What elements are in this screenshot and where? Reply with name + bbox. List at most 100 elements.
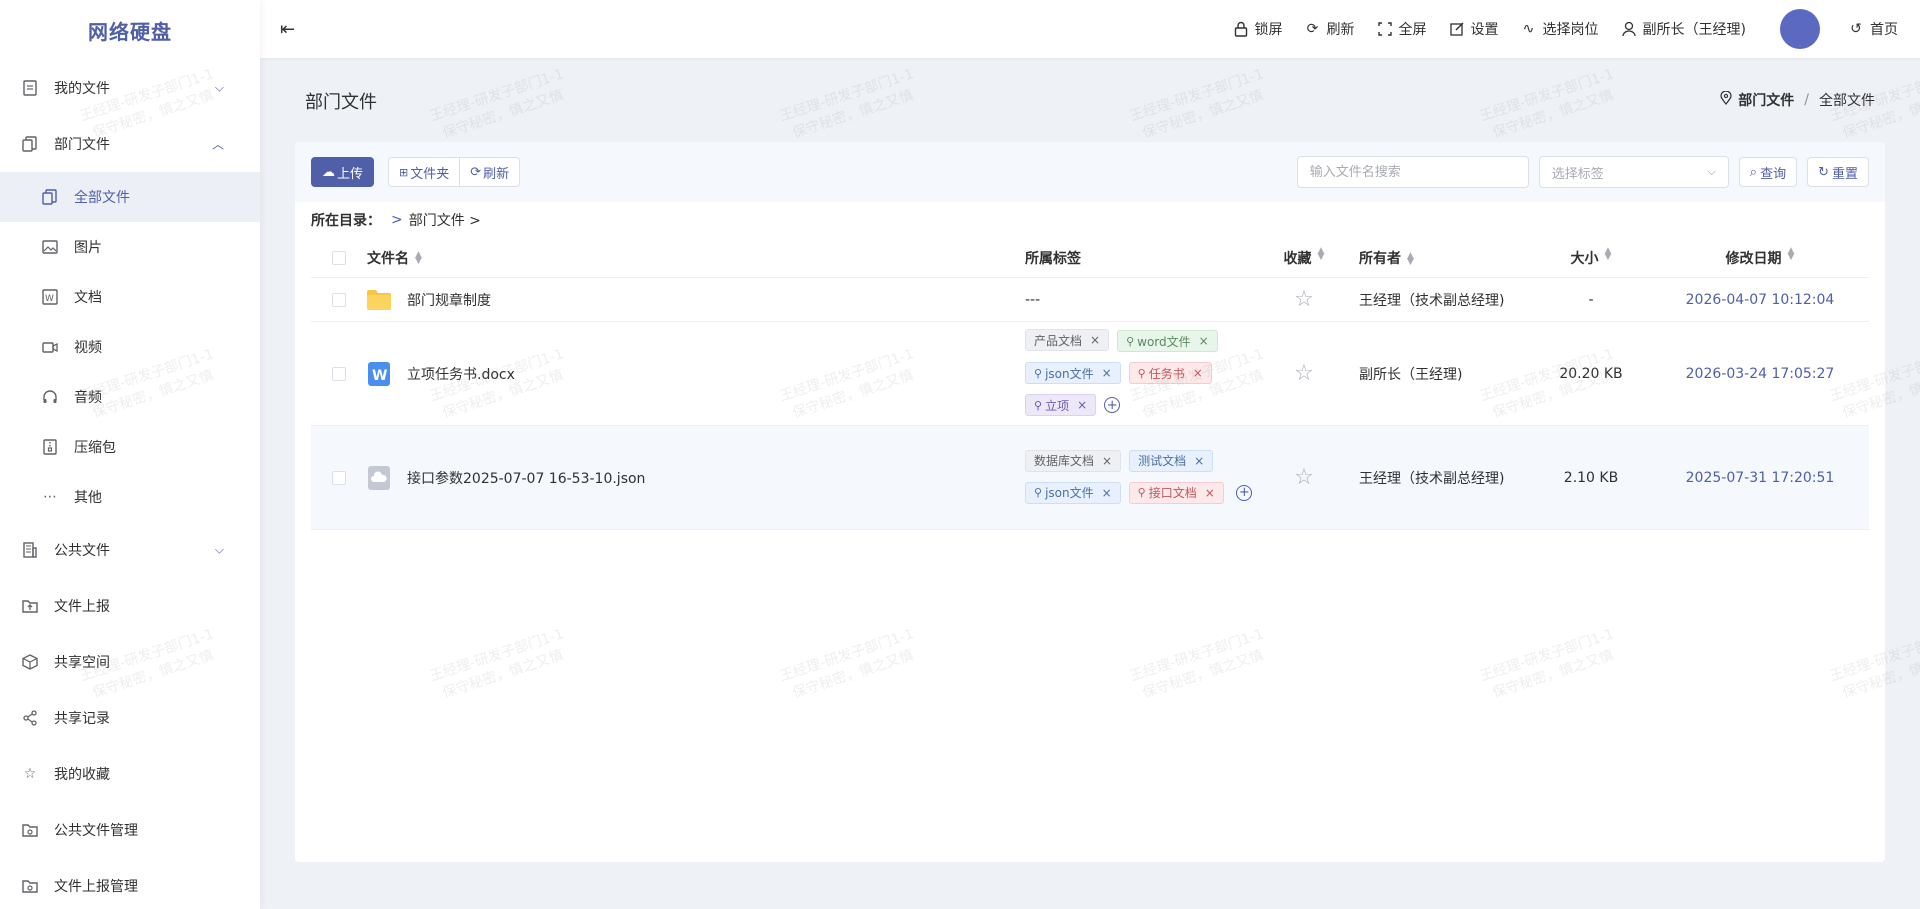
tag-chip[interactable]: ⚲ 接口文档 × [1128, 481, 1224, 504]
close-icon[interactable]: × [1090, 333, 1100, 347]
tag-label: json文件 [1045, 366, 1094, 381]
directory-path[interactable]: 部门文件 > [409, 210, 481, 230]
directory-label: 所在目录： [311, 213, 381, 229]
close-icon[interactable]: × [1193, 366, 1203, 380]
sidebar-item-share-records[interactable]: 共享记录 [0, 690, 260, 746]
sidebar-subitem-videos[interactable]: 视频 [0, 322, 260, 372]
back-icon: ↺ [1850, 21, 1862, 37]
tag-chip[interactable]: ⚲ json文件 × [1025, 362, 1121, 384]
row-checkbox[interactable] [332, 470, 346, 485]
file-size: 20.20 KB [1559, 365, 1623, 382]
col-size[interactable]: 大小 ▲ ▼ [1531, 246, 1651, 268]
action-button-group: ⊞ 文件夹 ⟳ 刷新 [388, 157, 521, 187]
close-icon[interactable]: × [1194, 454, 1204, 468]
tag-list: 产品文档 × ⚲ word文件 × ⚲ json文件 × ⚲ 任务书 × ⚲ 立项 × + [1025, 321, 1257, 426]
select-all-checkbox[interactable] [332, 250, 346, 265]
sidebar-item-public-file-mgmt[interactable]: 公共文件管理 [0, 802, 260, 858]
tag-chip[interactable]: ⚲ 任务书 × [1128, 362, 1212, 384]
refresh-button[interactable]: ⟳ 刷新 [1305, 19, 1355, 39]
sidebar-item-public-files[interactable]: 公共文件 ⌵ [0, 522, 260, 578]
tags-empty: --- [1025, 291, 1041, 308]
tag-chip[interactable]: 产品文档 × [1025, 329, 1110, 351]
close-icon[interactable]: × [1199, 334, 1209, 348]
watermark: 王经理-研发子部门1-1保守秘密，慎之又慎 [777, 64, 922, 145]
close-icon[interactable]: × [1102, 454, 1112, 468]
tag-chip[interactable]: ⚲ json文件 × [1025, 481, 1121, 504]
col-name[interactable]: 文件名 ▲ ▼ [367, 248, 1025, 268]
sidebar-item-file-report-mgmt[interactable]: 文件上报管理 [0, 858, 260, 909]
reset-button[interactable]: ↻ 重置 [1807, 157, 1869, 187]
row-checkbox[interactable] [332, 366, 346, 381]
sidebar-item-dept-files[interactable]: 部门文件 ︿ [0, 116, 260, 172]
new-folder-label: 文件夹 [410, 166, 450, 182]
home-button[interactable]: ↺ 首页 [1848, 19, 1898, 39]
query-button[interactable]: ⌕ 查询 [1738, 157, 1798, 187]
close-icon[interactable]: × [1102, 366, 1112, 380]
sidebar-item-label: 共享空间 [54, 655, 110, 671]
breadcrumb-separator: / [1804, 92, 1809, 108]
sidebar-item-label: 文件上报 [54, 599, 110, 615]
file-name[interactable]: 立项任务书.docx [407, 364, 515, 384]
file-name[interactable]: 部门规章制度 [407, 290, 491, 310]
new-folder-button[interactable]: ⊞ 文件夹 [388, 157, 461, 187]
tag-chip[interactable]: 数据库文档 × [1025, 449, 1122, 472]
fullscreen-button[interactable]: 全屏 [1377, 19, 1427, 39]
add-tag-icon[interactable]: + [1236, 484, 1253, 501]
user-name: 副所长（王经理) [1642, 22, 1746, 38]
sidebar-item-file-report[interactable]: 文件上报 [0, 578, 260, 634]
sidebar-subitem-all-files[interactable]: 全部文件 [0, 172, 260, 222]
tag-label: 数据库文档 [1034, 454, 1095, 468]
col-owner[interactable]: 所有者 ▲ ▼ [1351, 248, 1531, 268]
watermark-line: 王经理-研发子部门1-1 [427, 66, 566, 125]
svg-text:W: W [45, 294, 54, 304]
toolbar: ☁ 上传 ⊞ 文件夹 ⟳ 刷新 选择标签 ⌵ ⌕ 查询 ↻ [295, 142, 1885, 202]
star-icon[interactable]: ☆ [1294, 361, 1314, 386]
table-row[interactable]: 接口参数2025-07-07 16-53-10.json 数据库文档 × 测试文档 ×… [311, 426, 1869, 530]
avatar[interactable] [1780, 9, 1820, 49]
tag-chip[interactable]: ⚲ word文件 × [1117, 330, 1218, 352]
collapse-menu-icon[interactable]: ⇤ [280, 19, 295, 40]
watermark-line: 保守秘密，慎之又慎 [790, 87, 916, 142]
close-icon[interactable]: × [1205, 486, 1215, 500]
fullscreen-icon [1377, 21, 1393, 37]
user-icon: ⚲ [1137, 366, 1146, 380]
sidebar-subitem-documents[interactable]: W 文档 [0, 272, 260, 322]
table-row[interactable]: 部门规章制度 --- ☆ 王经理（技术副总经理) - 2026-04-07 10… [311, 278, 1869, 322]
sidebar-subitem-archives[interactable]: 压缩包 [0, 422, 260, 472]
file-list-card: ☁ 上传 ⊞ 文件夹 ⟳ 刷新 选择标签 ⌵ ⌕ 查询 ↻ [295, 142, 1885, 862]
tag-chip[interactable]: 测试文档 × [1129, 449, 1214, 472]
close-icon[interactable]: × [1102, 486, 1112, 500]
tag-select[interactable]: 选择标签 ⌵ [1538, 156, 1729, 188]
sidebar-item-shared-space[interactable]: 共享空间 [0, 634, 260, 690]
breadcrumb-item[interactable]: 部门文件 [1738, 90, 1794, 110]
select-post-button[interactable]: ∿ 选择岗位 [1521, 19, 1599, 39]
star-icon[interactable]: ☆ [1294, 465, 1314, 490]
close-icon[interactable]: × [1077, 398, 1087, 412]
table-row[interactable]: W 立项任务书.docx 产品文档 × ⚲ word文件 × ⚲ json文件 × ⚲ 任务书 ×… [311, 322, 1869, 426]
add-tag-icon[interactable]: + [1104, 397, 1121, 413]
owner: 王经理（技术副总经理) [1359, 292, 1505, 309]
sidebar-subitem-other[interactable]: ⋯ 其他 [0, 472, 260, 522]
sidebar-item-my-files[interactable]: 我的文件 ⌵ [0, 60, 260, 116]
sidebar-subitem-label: 全部文件 [74, 190, 130, 206]
upload-button[interactable]: ☁ 上传 [311, 157, 375, 187]
user-menu[interactable]: 副所长（王经理) [1621, 19, 1746, 39]
star-icon[interactable]: ☆ [1294, 287, 1314, 312]
file-name[interactable]: 接口参数2025-07-07 16-53-10.json [407, 468, 645, 488]
col-fav[interactable]: 收藏 ▲ ▼ [1257, 246, 1351, 268]
col-fav-label: 收藏 [1283, 250, 1312, 267]
refresh-list-button[interactable]: ⟳ 刷新 [460, 157, 521, 187]
sort-icon: ▲ ▼ [1407, 250, 1414, 267]
tag-chip[interactable]: ⚲ 立项 × [1025, 394, 1097, 416]
share-icon [22, 710, 38, 726]
search-icon: ⌕ [1749, 164, 1758, 180]
search-input[interactable] [1296, 156, 1529, 188]
row-checkbox[interactable] [332, 292, 346, 307]
sidebar-subitem-audio[interactable]: 音频 [0, 372, 260, 422]
lock-screen-button[interactable]: 锁屏 [1233, 19, 1283, 39]
user-icon: ⚲ [1034, 366, 1043, 380]
settings-button[interactable]: 设置 [1449, 19, 1499, 39]
col-date[interactable]: 修改日期 ▲ ▼ [1651, 246, 1869, 268]
sidebar-item-favorites[interactable]: ☆ 我的收藏 [0, 746, 260, 802]
sidebar-subitem-images[interactable]: 图片 [0, 222, 260, 272]
